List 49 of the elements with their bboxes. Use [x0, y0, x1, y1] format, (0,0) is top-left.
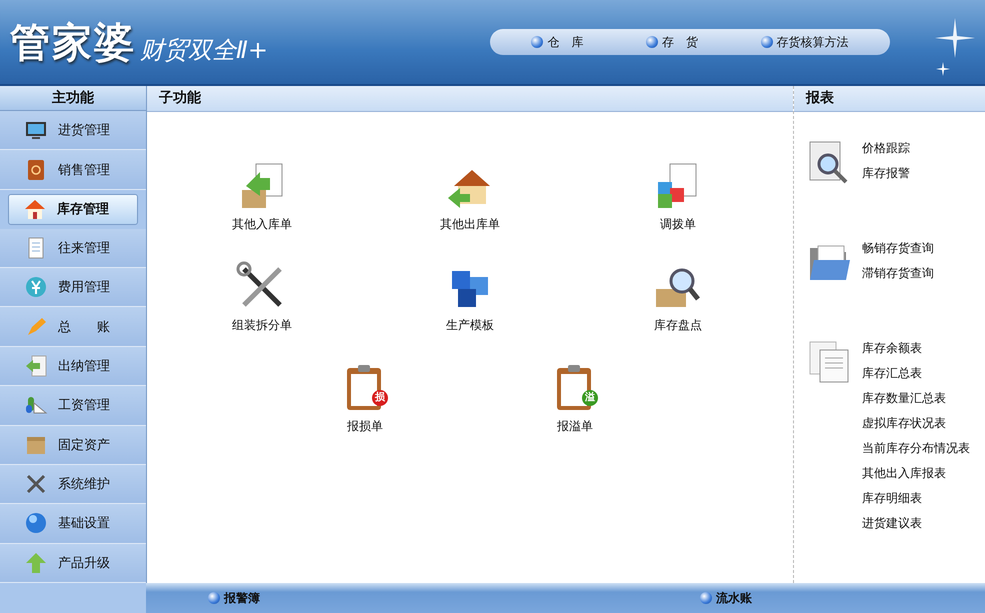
function-tile[interactable]: 调拨单: [623, 160, 733, 233]
logo-subtitle: 财贸双全Ⅱ+: [140, 34, 268, 66]
report-link[interactable]: 库存报警: [862, 165, 910, 182]
report-link[interactable]: 其他出入库报表: [862, 465, 970, 482]
report-link[interactable]: 畅销存货查询: [862, 240, 934, 257]
panel-title: 报表: [794, 86, 985, 112]
sidebar-item[interactable]: 进货管理: [0, 111, 146, 150]
nav-link[interactable]: 仓 库: [531, 34, 584, 50]
report-link[interactable]: 滞销存货查询: [862, 265, 934, 282]
sidebar-title: 主功能: [0, 86, 146, 111]
function-tile[interactable]: 库存盘点: [623, 261, 733, 334]
yen-icon: [24, 275, 48, 300]
status-badge: 溢: [582, 390, 598, 406]
report-link[interactable]: 虚拟库存状况表: [862, 415, 970, 432]
function-tile[interactable]: 组装拆分单: [207, 261, 317, 334]
sidebar-item[interactable]: 系统维护: [0, 464, 146, 504]
report-link[interactable]: 库存数量汇总表: [862, 390, 970, 407]
sidebar-item[interactable]: 往来管理: [0, 228, 146, 268]
up-icon: [24, 550, 48, 575]
report-link[interactable]: 进货建议表: [862, 515, 970, 532]
report-link[interactable]: 库存明细表: [862, 490, 970, 507]
nav-link[interactable]: 存货核算方法: [760, 34, 849, 50]
sidebar-item[interactable]: 销售管理: [0, 150, 146, 190]
report-link[interactable]: 库存余额表: [862, 340, 970, 357]
sidebar-item[interactable]: 费用管理: [0, 268, 146, 308]
function-tile[interactable]: 溢 报溢单: [520, 362, 630, 435]
function-tile[interactable]: 其他入库单: [207, 160, 317, 233]
sidebar-item[interactable]: 出纳管理: [0, 346, 146, 386]
report-link[interactable]: 库存汇总表: [862, 365, 970, 382]
sidebar-item[interactable]: 库存管理: [8, 194, 138, 225]
nav-link[interactable]: 存 货: [646, 34, 698, 50]
arrow-icon: [24, 354, 48, 378]
report-link[interactable]: 当前库存分布情况表: [862, 440, 970, 457]
sidebar-item[interactable]: 工资管理: [0, 386, 146, 426]
footer-link[interactable]: 报警簿: [208, 590, 260, 606]
function-tile[interactable]: 损 报损单: [310, 362, 420, 435]
sidebar-item[interactable]: 总 账: [0, 307, 146, 347]
report-link[interactable]: 价格跟踪: [862, 140, 910, 157]
status-badge: 损: [372, 390, 388, 406]
house-icon: [23, 197, 47, 222]
sidebar-item[interactable]: 基础设置: [0, 504, 146, 544]
logo-title: 管家婆: [10, 18, 136, 68]
function-tile[interactable]: 其他出库单: [415, 160, 525, 233]
panel-title: 子功能: [147, 86, 793, 112]
sidebar-item[interactable]: 固定资产: [0, 426, 146, 465]
footer-link[interactable]: 流水账: [700, 590, 752, 606]
globe-icon: [24, 511, 48, 536]
sidebar-item[interactable]: 产品升级: [0, 544, 146, 583]
function-tile[interactable]: 生产模板: [415, 261, 525, 334]
